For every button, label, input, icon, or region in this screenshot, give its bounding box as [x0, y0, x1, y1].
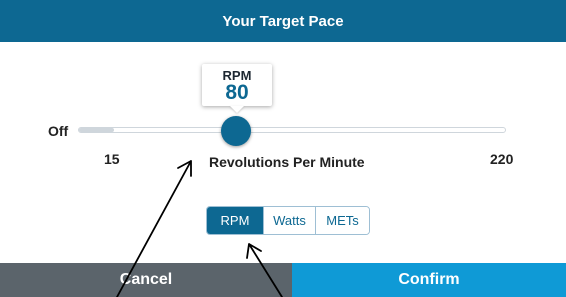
unit-option-mets[interactable]: METs	[315, 207, 369, 234]
confirm-button[interactable]: Confirm	[292, 263, 566, 297]
dialog-header: Your Target Pace	[0, 0, 566, 42]
cancel-button[interactable]: Cancel	[0, 263, 292, 297]
slider-off-label: Off	[48, 123, 69, 139]
slider-track[interactable]	[78, 127, 506, 133]
unit-option-rpm[interactable]: RPM	[207, 207, 263, 234]
dialog-title: Your Target Pace	[222, 12, 344, 30]
slider-off-segment	[79, 128, 114, 132]
slider-caption: Revolutions Per Minute	[209, 154, 365, 170]
annotation-arrows	[116, 160, 283, 297]
unit-toggle: RPM Watts METs	[206, 206, 370, 235]
unit-option-watts[interactable]: Watts	[263, 207, 315, 234]
slider-value-tooltip: RPM 80	[202, 64, 272, 106]
tooltip-value: 80	[225, 81, 249, 104]
slider-min-label: 15	[104, 151, 120, 167]
slider-thumb[interactable]	[221, 116, 251, 146]
slider-max-label: 220	[490, 151, 514, 167]
